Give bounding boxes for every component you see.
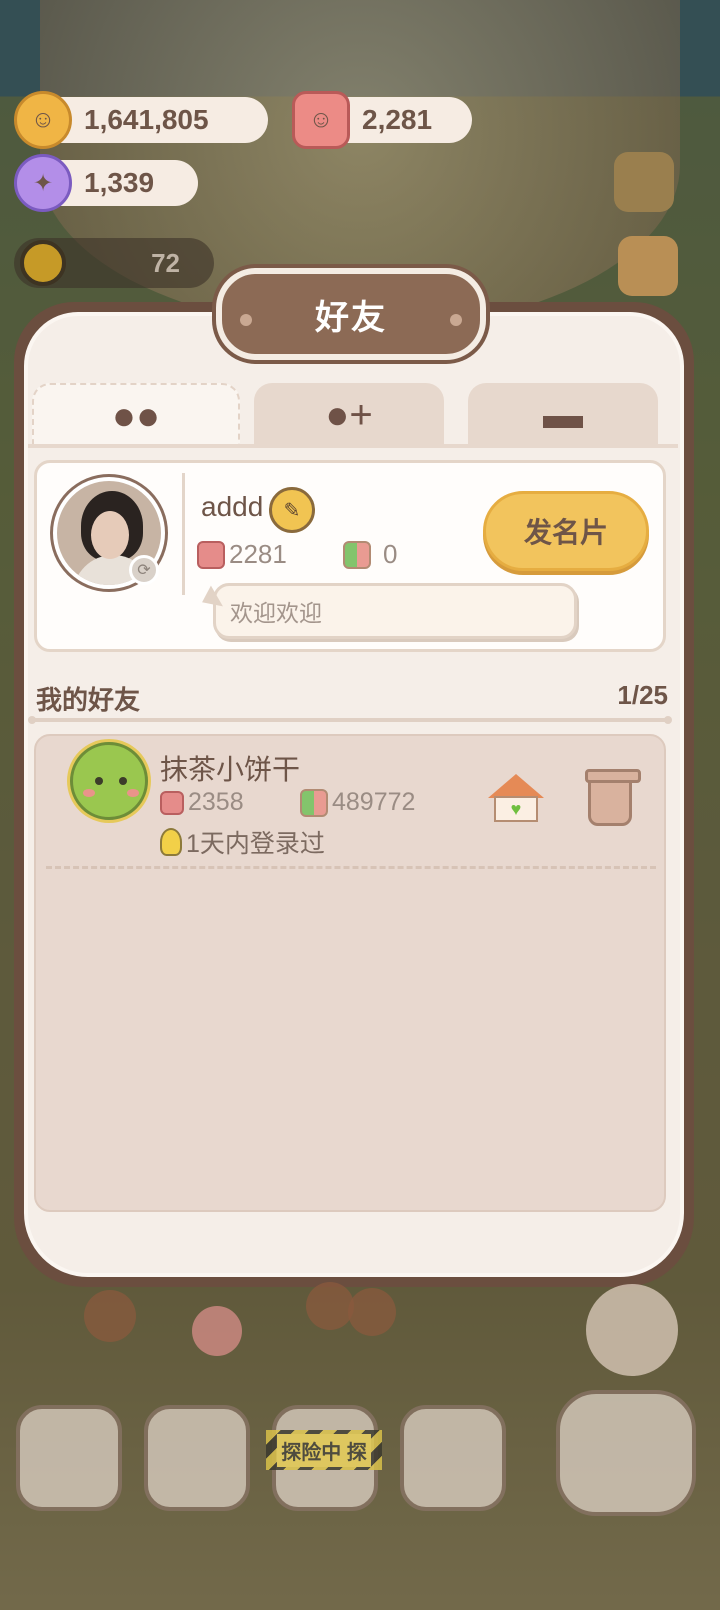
pink-character [192,1306,242,1356]
settings-gear-button[interactable] [614,152,674,212]
edit-name-icon[interactable]: ✎ [269,487,315,533]
gingerbread-character [306,1282,354,1330]
visit-home-button[interactable]: ♥ [488,774,544,826]
nav-cat-clock-button[interactable] [556,1390,696,1516]
level-indicator[interactable]: 72 [14,238,214,288]
sun-icon [20,240,66,286]
friend-gummy-stat: 2358 [160,788,244,817]
candy-value: 1,339 [84,167,155,198]
profile-card: ⟳ addd ✎ 2281 0 发名片 欢迎欢迎 [34,460,666,652]
gummy-icon [160,790,184,815]
tab-friends[interactable]: ●● [32,383,240,447]
friend-login-status: 1天内登录过 [160,824,325,860]
lightbulb-icon [160,828,182,856]
stamp-button[interactable] [618,236,678,296]
gift-stat: 0 [343,539,397,570]
friend-login-text: 1天内登录过 [186,830,325,858]
user-name: addd [201,491,264,522]
friends-count: 1/25 [617,680,668,710]
cookie-icon: ☺ [14,91,72,149]
candy-counter[interactable]: ✦ 1,339 [14,154,198,212]
friend-avatar[interactable] [70,742,148,820]
gummy-value: 2,281 [362,104,433,135]
add-friend-icon: ●+ [325,392,373,437]
tab-underline [28,444,678,448]
my-friends-title: 我的好友 [36,685,141,715]
nav-notebook-button[interactable] [144,1405,250,1511]
heart-icon: ♥ [494,796,538,822]
gummy-stat-value: 2281 [229,539,287,569]
gummy-stat: 2281 [197,539,287,570]
cat-avatar-button[interactable] [586,1284,678,1376]
nav-shop-button[interactable] [400,1405,506,1511]
profile-message-input[interactable]: 欢迎欢迎 [213,583,577,639]
send-card-button[interactable]: 发名片 [483,491,649,571]
friend-list: 抹茶小饼干 2358 489772 1天内登录过 ♥ [34,734,666,1212]
gummy-icon: ☺ [292,91,350,149]
gift-stat-value: 0 [383,539,398,569]
friend-gummy-value: 2358 [188,788,244,816]
vertical-divider [182,473,185,595]
gummy-counter[interactable]: ☺ 2,281 [292,91,472,149]
tab-briefcase[interactable]: ▬ [468,383,658,447]
adventure-label: 探险中 探 [277,1433,371,1467]
section-divider [28,716,672,724]
friends-icon: ●● [111,393,161,438]
tab-add-friend[interactable]: ●+ [254,383,444,447]
level-value: 72 [151,247,180,278]
candy-icon: ✦ [14,154,72,212]
nav-home-button[interactable] [16,1405,122,1511]
gingerbread-character [348,1288,396,1336]
refresh-icon[interactable]: ⟳ [129,555,159,585]
list-divider [46,866,656,869]
cookie-counter[interactable]: ☺ 1,641,805 [14,91,268,149]
friend-gift-stat: 489772 [300,788,415,817]
gift-icon [300,788,328,817]
adventure-banner: 探险中 探 [266,1430,382,1470]
gift-icon [343,540,371,569]
friend-gift-value: 489772 [332,788,416,816]
gingerbread-character [84,1290,136,1342]
cookie-value: 1,641,805 [84,104,209,135]
dialog-title-plate: 好友 [216,268,486,360]
briefcase-icon: ▬ [543,392,583,437]
delete-friend-trash-icon[interactable] [585,769,641,826]
dialog-title: 好友 [315,298,387,337]
gummy-icon [197,540,225,569]
friend-name: 抹茶小饼干 [160,754,301,785]
